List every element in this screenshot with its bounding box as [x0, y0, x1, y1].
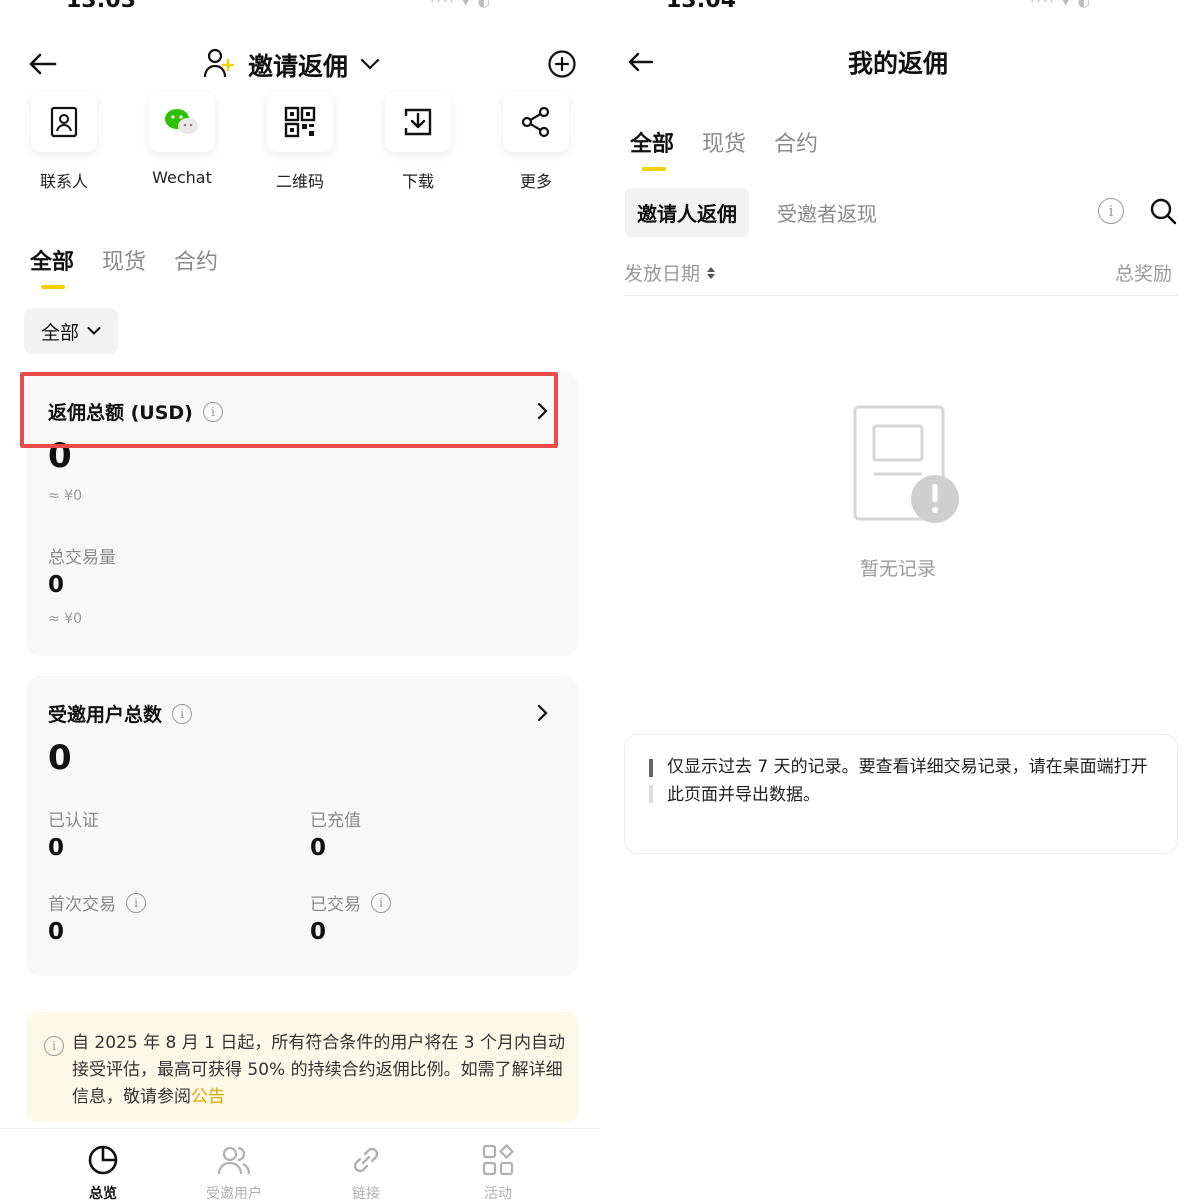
- deposited-value: 0: [310, 835, 327, 861]
- tab-futures[interactable]: 合约: [174, 244, 218, 276]
- search-icon[interactable]: [1148, 196, 1178, 226]
- users-icon: [217, 1146, 251, 1175]
- date-column-label: 发放日期: [624, 263, 701, 285]
- verified-label: 已认证: [48, 811, 99, 831]
- add-user-icon: [202, 46, 236, 84]
- share-qrcode[interactable]: 二维码: [252, 92, 348, 192]
- nav-label: 链接: [352, 1186, 380, 1200]
- share-more[interactable]: 更多: [488, 92, 584, 192]
- info-icon[interactable]: i: [172, 703, 193, 724]
- info-icon[interactable]: i: [126, 892, 146, 913]
- filter-dropdown[interactable]: 全部: [24, 308, 118, 354]
- share-contact[interactable]: 联系人: [16, 92, 112, 192]
- traded-label: 已交易: [310, 895, 361, 915]
- status-icons: ···· ▾ ◐: [430, 0, 492, 10]
- verified-value: 0: [48, 835, 65, 861]
- traded-label-row: 已交易 i: [310, 890, 391, 915]
- my-rebate-screen: 13:04 ···· ▾ ◐ 我的返佣 全部 现货 合约 邀请人返佣 受邀者返现…: [600, 0, 1200, 1200]
- link-icon: [353, 1147, 379, 1173]
- filter-label: 全部: [40, 321, 79, 344]
- invite-rebate-screen: 13:03 ···· ▾ ◐ 邀请返佣 联系人 Wechat 二维码 下载 更多…: [0, 0, 600, 1200]
- download-icon: [385, 92, 451, 152]
- wechat-icon: [149, 92, 215, 152]
- grid-icon: [482, 1143, 515, 1176]
- contact-card-icon: [31, 92, 97, 152]
- status-icons: ···· ▾ ◐: [1030, 0, 1092, 10]
- notice-text-block: 自 2025 年 8 月 1 日起，所有符合条件的用户将在 3 个月内自动接受评…: [72, 1030, 566, 1111]
- invite-title-dropdown[interactable]: 邀请返佣: [202, 46, 380, 84]
- notice-banner: i 自 2025 年 8 月 1 日起，所有符合条件的用户将在 3 个月内自动接…: [26, 1012, 578, 1122]
- page-title: 邀请返佣: [248, 52, 349, 81]
- share-download[interactable]: 下载: [370, 92, 466, 192]
- status-time: 13:04: [666, 0, 737, 13]
- add-circle-icon[interactable]: [546, 48, 578, 84]
- bottom-nav: 总览 受邀用户 链接 活动: [0, 1128, 600, 1200]
- invited-title-text: 受邀用户总数: [48, 704, 163, 726]
- empty-state-text: 暂无记录: [860, 558, 937, 580]
- info-icon[interactable]: i: [371, 892, 391, 913]
- notice-text: 自 2025 年 8 月 1 日起，所有符合条件的用户将在 3 个月内自动接受评…: [72, 1033, 565, 1107]
- hint-bar: [649, 759, 653, 777]
- chevron-down-icon: [87, 327, 101, 335]
- tab-spot[interactable]: 现货: [702, 126, 746, 158]
- nav-label: 受邀用户: [206, 1186, 262, 1200]
- tab-all[interactable]: 全部: [30, 244, 74, 276]
- nav-links[interactable]: 链接: [316, 1143, 416, 1200]
- share-label: Wechat: [152, 168, 212, 187]
- back-arrow-icon[interactable]: [620, 42, 660, 82]
- sort-icon: [707, 266, 716, 279]
- reward-column-header: 总奖励: [1115, 263, 1173, 285]
- invited-users-value: 0: [48, 738, 72, 778]
- page-title: 我的返佣: [848, 49, 949, 78]
- records-hint-card: 仅显示过去 7 天的记录。要查看详细交易记录，请在桌面端打开此页面并导出数据。: [624, 734, 1178, 854]
- share-icon: [503, 92, 569, 152]
- highlight-box: [20, 372, 558, 448]
- status-time: 13:03: [66, 0, 137, 13]
- first-trade-label: 首次交易: [48, 895, 116, 915]
- tab-indicator: [41, 285, 65, 289]
- share-label: 联系人: [39, 172, 88, 191]
- rebate-total-approx: ≈ ¥0: [48, 488, 82, 504]
- announcement-link[interactable]: 公告: [191, 1087, 225, 1107]
- nav-overview[interactable]: 总览: [53, 1143, 153, 1200]
- volume-label: 总交易量: [48, 548, 116, 568]
- share-wechat[interactable]: Wechat: [134, 92, 230, 187]
- first-trade-label-row: 首次交易 i: [48, 890, 146, 915]
- deposited-label: 已充值: [310, 811, 361, 831]
- segment-invitee-cashback[interactable]: 受邀者返现: [777, 198, 877, 227]
- tab-all[interactable]: 全部: [630, 126, 674, 158]
- invited-users-title: 受邀用户总数 i: [48, 700, 193, 727]
- chevron-right-icon[interactable]: [532, 703, 552, 723]
- chevron-down-icon: [360, 56, 380, 75]
- nav-label: 活动: [484, 1186, 512, 1200]
- tab-spot[interactable]: 现货: [102, 244, 146, 276]
- volume-approx: ≈ ¥0: [48, 611, 82, 627]
- nav-activities[interactable]: 活动: [448, 1143, 548, 1200]
- nav-label: 总览: [89, 1186, 117, 1200]
- first-trade-value: 0: [48, 919, 65, 945]
- tab-indicator: [642, 167, 666, 171]
- date-column-header[interactable]: 发放日期: [624, 259, 716, 286]
- header-divider: [624, 295, 1178, 296]
- hint-bar: [649, 785, 653, 803]
- empty-records-icon: [853, 405, 959, 523]
- tab-futures[interactable]: 合约: [774, 126, 818, 158]
- segment-inviter-rebate[interactable]: 邀请人返佣: [625, 188, 749, 237]
- volume-value: 0: [48, 572, 65, 598]
- share-label: 二维码: [275, 172, 324, 191]
- records-hint-text: 仅显示过去 7 天的记录。要查看详细交易记录，请在桌面端打开此页面并导出数据。: [667, 757, 1148, 805]
- info-icon: i: [44, 1036, 64, 1056]
- nav-invited-users[interactable]: 受邀用户: [184, 1143, 284, 1200]
- back-arrow-icon[interactable]: [22, 44, 62, 84]
- qr-code-icon: [267, 92, 333, 152]
- traded-value: 0: [310, 919, 327, 945]
- share-label: 下载: [401, 172, 434, 191]
- info-icon[interactable]: i: [1098, 198, 1124, 224]
- pie-chart-icon: [88, 1145, 118, 1175]
- share-label: 更多: [519, 172, 552, 191]
